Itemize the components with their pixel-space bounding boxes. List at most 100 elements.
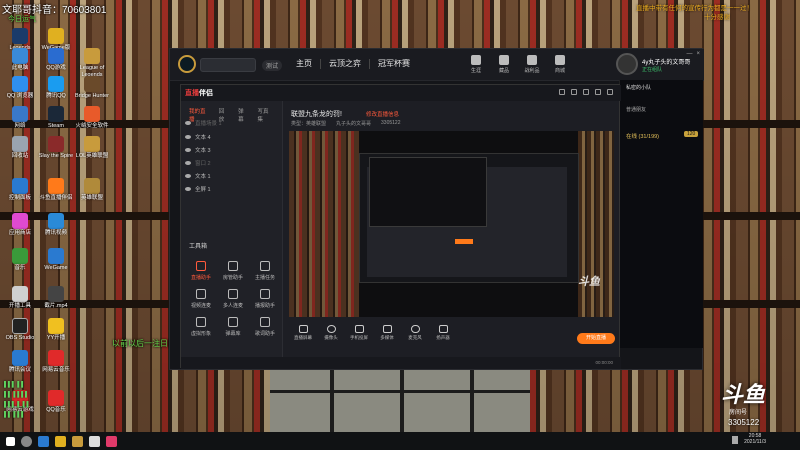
microphone-button[interactable]: 麦克风 <box>401 325 429 341</box>
overlay-luck-text: 今日运气 <box>8 16 36 23</box>
tool-broadcast[interactable]: 播报助手 <box>249 289 281 309</box>
scene-item[interactable]: 窗口 2 <box>185 159 211 167</box>
start-live-button[interactable]: 开始直播 <box>577 333 615 344</box>
windows-start-icon[interactable] <box>6 436 15 446</box>
desktop-icon[interactable]: 应用商店 <box>2 213 38 237</box>
scene-item[interactable]: 文本 3 <box>185 146 211 154</box>
phone-cast-button[interactable]: 手机投屏 <box>345 325 373 341</box>
loot-button[interactable]: 战利品 <box>518 55 546 74</box>
scene-item[interactable]: 文本 4 <box>185 133 211 141</box>
eye-icon[interactable] <box>185 135 191 139</box>
game-icon <box>48 136 64 152</box>
qq-icon <box>48 76 64 92</box>
game-icon[interactable] <box>89 435 100 447</box>
minimize-button[interactable]: — <box>686 51 692 57</box>
eye-icon[interactable] <box>185 187 191 191</box>
desktop-icon[interactable]: QQ 浏览器 <box>2 76 38 100</box>
desktop-icon[interactable]: Bridge Hunter <box>74 76 110 100</box>
edit-stream-info-link[interactable]: 修改直播信息 <box>366 110 399 118</box>
profile-button[interactable]: 生涯 <box>462 55 490 74</box>
desktop-icon[interactable]: 英雄联盟 <box>74 178 110 202</box>
close-button[interactable]: × <box>696 51 700 57</box>
settings-icon[interactable] <box>571 89 577 95</box>
folder-icon[interactable] <box>55 435 66 447</box>
desktop-icon[interactable]: YY开播 <box>38 318 74 342</box>
desktop-icon[interactable]: 开播工具 <box>2 286 38 310</box>
desktop-icon[interactable]: 腾讯会议 <box>2 350 38 374</box>
video-file-icon <box>48 286 64 302</box>
search-icon[interactable] <box>21 435 32 447</box>
minimize-icon[interactable] <box>595 89 601 95</box>
eye-icon[interactable] <box>185 161 191 165</box>
camera-button[interactable]: 摄像头 <box>317 325 345 341</box>
close-icon[interactable] <box>607 89 613 95</box>
tool-room-admin[interactable]: 房管助手 <box>217 261 249 281</box>
desktop-icon[interactable]: QQ游戏 <box>38 48 74 72</box>
media-button[interactable]: 多媒体 <box>373 325 401 341</box>
desktop-icon[interactable]: 腾讯视频 <box>38 213 74 237</box>
play-button[interactable] <box>200 58 256 72</box>
stream-titlebar: 直播伴侣 <box>181 85 621 101</box>
desktop-icon[interactable]: Slay the Spire <box>38 136 74 160</box>
desktop-icon[interactable]: 控制面板 <box>2 178 38 202</box>
desktop-icon[interactable]: 火绒安全软件 <box>74 106 110 130</box>
friends-panel: 私密的小队 普通朋友 在线 (31/199) 120 <box>619 80 703 348</box>
desktop-icon[interactable]: 此电脑 <box>2 48 38 72</box>
scene-item[interactable]: 全屏 1 <box>185 185 211 193</box>
tool-lyrics[interactable]: 歌词助手 <box>249 317 281 337</box>
tab-danmaku[interactable]: 弹幕 <box>238 107 248 123</box>
league-logo-icon[interactable] <box>178 55 196 73</box>
tool-tasks[interactable]: 主播任务 <box>249 261 281 281</box>
nav-home[interactable]: 主页 <box>288 59 320 69</box>
scene-item[interactable]: 文本 1 <box>185 172 211 180</box>
preview-wallpaper <box>289 131 359 317</box>
friends-group[interactable]: 普通朋友 <box>626 106 646 113</box>
nav-tft[interactable]: 云顶之弈 <box>320 59 369 69</box>
system-clock[interactable]: 20:58 2021/11/3 <box>744 433 766 445</box>
overlay-notice: 直播中带有任何的宣传行为都是一一过！ <box>636 5 753 12</box>
desktop-icon[interactable]: Steam <box>38 106 74 130</box>
tray-icon[interactable] <box>732 436 738 444</box>
league-icon[interactable] <box>72 435 83 447</box>
speaker-icon <box>438 325 448 333</box>
desktop-icon[interactable]: 网易云音乐 <box>38 350 74 374</box>
desktop-icon[interactable]: LOL英雄联盟 <box>74 136 110 160</box>
tool-multi-link[interactable]: 多人连麦 <box>217 289 249 309</box>
profile-icon <box>471 55 481 65</box>
desktop-icon[interactable]: 网络 <box>2 106 38 130</box>
tool-video-link[interactable]: 视频连麦 <box>185 289 217 309</box>
eye-icon[interactable] <box>185 148 191 152</box>
stream-preview[interactable]: 斗鱼 <box>289 131 614 317</box>
store-button[interactable]: 商城 <box>546 55 574 74</box>
eye-icon[interactable] <box>185 121 191 125</box>
chat-icon[interactable] <box>559 89 565 95</box>
collection-button[interactable]: 藏品 <box>490 55 518 74</box>
friends-online-count[interactable]: 在线 (31/199) <box>626 132 659 140</box>
screen-capture-button[interactable]: 直播屏幕 <box>289 325 317 341</box>
speaker-button[interactable]: 扬声器 <box>429 325 457 341</box>
nav-clash[interactable]: 冠军杯赛 <box>369 59 418 69</box>
desktop-icon[interactable]: OBS Studio <box>2 318 38 342</box>
tool-live-assistant[interactable]: 直播助手 <box>185 261 217 281</box>
desktop-icon[interactable]: 腾讯QQ <box>38 76 74 100</box>
tab-photo[interactable]: 写真集 <box>257 107 273 123</box>
tool-avatar[interactable]: 虚拟形象 <box>185 317 217 337</box>
scene-item[interactable]: 直播场景 1 <box>185 119 222 127</box>
clock-date: 2021/11/3 <box>744 439 766 445</box>
eye-icon[interactable] <box>185 174 191 178</box>
desktop-icon[interactable]: WeGame <box>38 248 74 272</box>
desktop-icon[interactable]: 音乐 <box>2 248 38 272</box>
desktop-icon[interactable]: QQ音乐 <box>38 390 74 414</box>
desktop-icon[interactable]: 回收站 <box>2 136 38 160</box>
client-nav: 主页 云顶之弈 冠军杯赛 <box>288 59 418 69</box>
shield-icon <box>84 106 100 122</box>
avatar[interactable] <box>616 53 638 75</box>
desktop-icon[interactable]: 截片.mp4 <box>38 286 74 310</box>
monitor-icon <box>298 325 308 333</box>
menu-icon[interactable] <box>583 89 589 95</box>
music-icon[interactable] <box>106 435 117 447</box>
chrome-icon[interactable] <box>38 435 49 447</box>
desktop-icon[interactable]: League of Legends <box>74 48 110 79</box>
desktop-icon[interactable]: 斗鱼直播伴侣 <box>38 178 74 202</box>
tool-danmaku[interactable]: 弹幕库 <box>217 317 249 337</box>
